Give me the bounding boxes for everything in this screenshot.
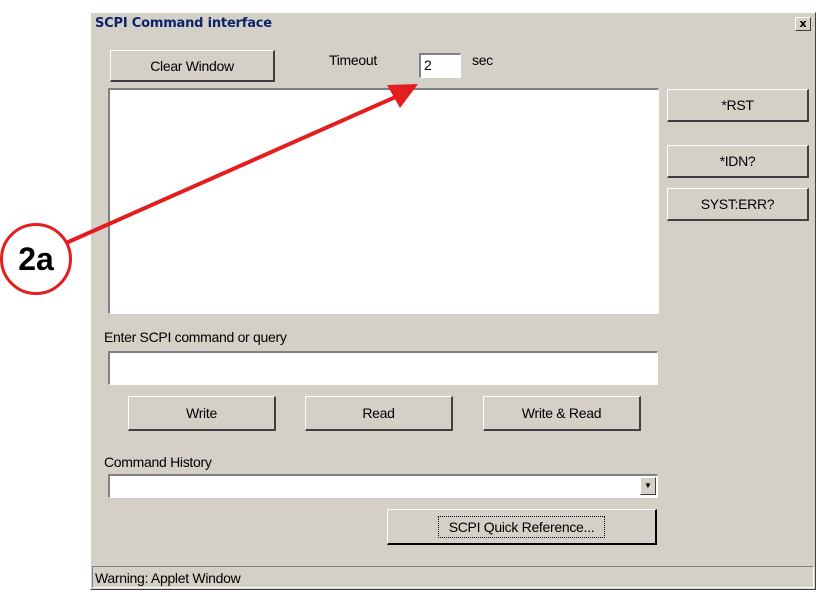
title-bar: SCPI Command interface x <box>92 14 814 34</box>
timeout-value: 2 <box>424 57 432 73</box>
timeout-unit: sec <box>472 52 493 68</box>
callout-label: 2a <box>18 240 54 277</box>
status-bar: Warning: Applet Window <box>92 566 814 588</box>
output-area[interactable] <box>108 88 659 314</box>
write-label: Write <box>186 405 217 421</box>
quick-reference-button[interactable]: SCPI Quick Reference... <box>387 509 657 545</box>
history-dropdown[interactable]: ▼ <box>108 474 658 498</box>
idn-button[interactable]: *IDN? <box>667 145 809 178</box>
write-button[interactable]: Write <box>128 396 276 431</box>
read-button[interactable]: Read <box>305 396 453 431</box>
idn-label: *IDN? <box>719 153 756 169</box>
syst-err-button[interactable]: SYST:ERR? <box>667 188 809 221</box>
chevron-down-icon[interactable]: ▼ <box>640 477 656 495</box>
window-title: SCPI Command interface <box>95 16 272 31</box>
history-label: Command History <box>104 454 212 470</box>
status-text: Warning: Applet Window <box>95 570 241 586</box>
rst-button[interactable]: *RST <box>667 89 809 122</box>
write-read-button[interactable]: Write & Read <box>483 396 641 431</box>
quick-reference-label: SCPI Quick Reference... <box>437 515 606 538</box>
syst-err-label: SYST:ERR? <box>700 196 775 212</box>
close-button[interactable]: x <box>795 17 811 31</box>
write-read-label: Write & Read <box>521 405 602 421</box>
timeout-input[interactable]: 2 <box>419 53 461 78</box>
command-prompt-label: Enter SCPI command or query <box>104 329 287 345</box>
read-label: Read <box>362 405 395 421</box>
rst-label: *RST <box>721 97 754 113</box>
clear-window-button[interactable]: Clear Window <box>110 50 275 82</box>
callout-badge: 2a <box>0 223 72 295</box>
command-input[interactable] <box>108 351 658 385</box>
timeout-label: Timeout <box>329 52 377 68</box>
close-icon: x <box>799 17 807 30</box>
clear-window-label: Clear Window <box>150 57 234 74</box>
scpi-window: SCPI Command interface x Clear Window Ti… <box>90 12 816 590</box>
